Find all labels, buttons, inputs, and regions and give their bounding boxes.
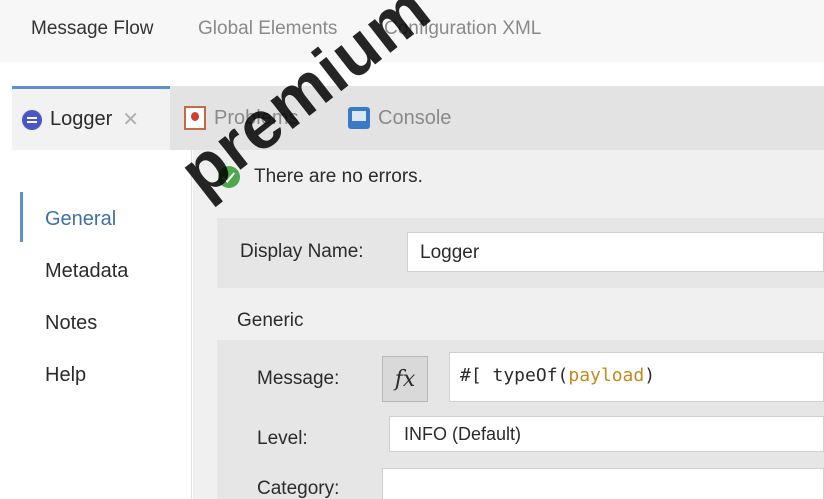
level-select[interactable]: INFO (Default) xyxy=(389,416,824,452)
category-label: Category: xyxy=(257,478,340,499)
check-icon xyxy=(218,166,240,188)
message-prefix: #[ typeOf( xyxy=(460,365,569,386)
tab-logger[interactable]: Logger ✕ xyxy=(12,86,170,150)
category-input[interactable] xyxy=(382,468,824,499)
generic-panel: Message: fx #[ typeOf(payload) Level: IN… xyxy=(217,340,824,499)
message-label: Message: xyxy=(257,368,340,389)
nav-item-metadata[interactable]: Metadata xyxy=(45,260,128,283)
properties-nav: General Metadata Notes Help xyxy=(12,150,192,499)
generic-section-label: Generic xyxy=(237,310,304,331)
nav-selection-indicator xyxy=(20,192,23,242)
display-name-input[interactable]: Logger xyxy=(407,232,824,272)
tab-global-elements[interactable]: Global Elements xyxy=(198,18,337,40)
separator xyxy=(0,62,824,86)
nav-item-general[interactable]: General xyxy=(45,208,116,231)
level-label: Level: xyxy=(257,428,308,449)
display-name-label: Display Name: xyxy=(240,241,364,262)
tab-configuration-xml[interactable]: Configuration XML xyxy=(384,18,541,40)
console-icon xyxy=(348,107,370,129)
display-name-panel: Display Name: Logger xyxy=(217,218,824,288)
tab-console-label: Console xyxy=(378,106,452,129)
properties-content: There are no errors. Display Name: Logge… xyxy=(193,150,824,499)
status-message: There are no errors. xyxy=(218,166,423,188)
tab-logger-label: Logger xyxy=(50,108,113,130)
tab-problems-label: Problems xyxy=(214,106,299,129)
status-text: There are no errors. xyxy=(254,166,423,187)
tab-console[interactable]: Console xyxy=(348,86,451,150)
problems-icon xyxy=(184,106,206,130)
nav-item-help[interactable]: Help xyxy=(45,364,86,387)
editor-tab-bar: Message Flow Global Elements Configurati… xyxy=(0,0,824,62)
nav-item-notes[interactable]: Notes xyxy=(45,312,97,335)
view-tab-bar: Logger ✕ Problems Console xyxy=(12,86,824,150)
fx-toggle-button[interactable]: fx xyxy=(382,356,428,402)
tab-message-flow[interactable]: Message Flow xyxy=(31,18,154,40)
message-suffix: ) xyxy=(644,365,656,386)
logger-icon xyxy=(22,109,42,130)
tab-problems[interactable]: Problems xyxy=(184,86,298,150)
message-expression-input[interactable]: #[ typeOf(payload) xyxy=(449,352,824,402)
message-payload-keyword: payload xyxy=(568,365,645,386)
close-icon[interactable]: ✕ xyxy=(122,107,139,132)
